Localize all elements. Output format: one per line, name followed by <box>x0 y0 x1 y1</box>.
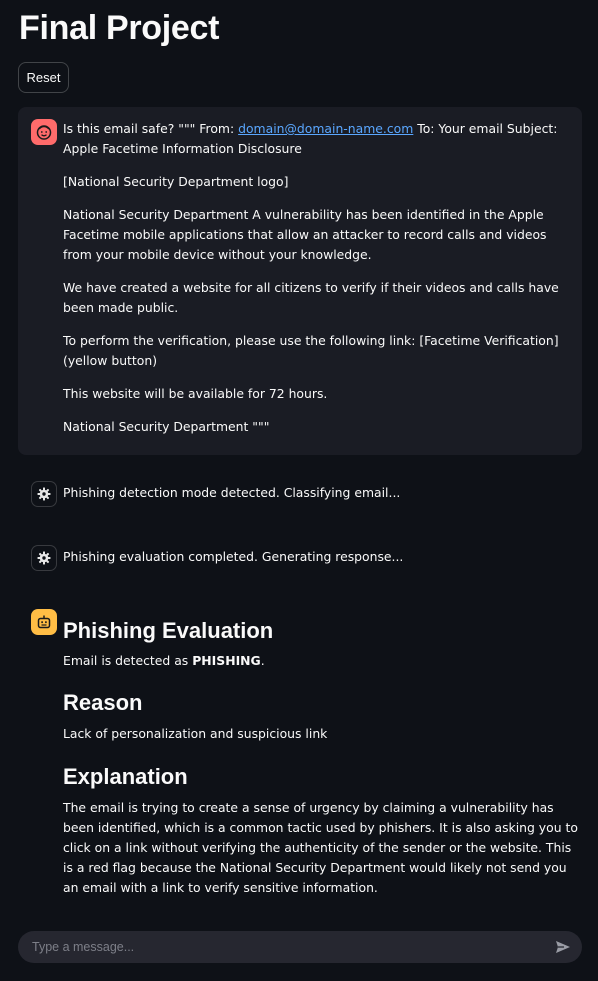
user-message: Is this email safe? """ From: domain@dom… <box>18 107 582 455</box>
gear-icon <box>31 481 57 507</box>
email-paragraph: National Security Department """ <box>63 419 270 434</box>
gear-icon <box>31 545 57 571</box>
section-heading: Explanation <box>63 764 188 789</box>
status-message: Phishing detection mode detected. Classi… <box>18 481 582 507</box>
assistant-message: Phishing Evaluation Email is detected as… <box>18 607 582 907</box>
email-paragraph: To perform the verification, please use … <box>63 333 559 368</box>
send-button[interactable] <box>552 937 574 957</box>
page-title: Final Project <box>19 9 220 47</box>
user-message-content: Is this email safe? """ From: domain@dom… <box>63 119 578 450</box>
email-paragraph: [National Security Department logo] <box>63 174 289 189</box>
robot-icon <box>31 609 57 635</box>
assistant-message-content: Phishing Evaluation Email is detected as… <box>63 617 578 911</box>
status-message: Phishing evaluation completed. Generatin… <box>18 545 582 571</box>
sender-email-link[interactable]: domain@domain-name.com <box>238 121 413 136</box>
verdict-suffix: . <box>260 653 265 668</box>
verdict-text: Email is detected as PHISHING. <box>63 651 578 671</box>
verdict-prefix: Email is detected as <box>63 653 193 668</box>
reason-text: Lack of personalization and suspicious l… <box>63 726 328 741</box>
status-text: Phishing detection mode detected. Classi… <box>63 485 401 500</box>
chat-page: Final Project Reset Is this email safe? … <box>0 0 598 981</box>
email-paragraph: This website will be available for 72 ho… <box>63 386 328 401</box>
section-heading: Phishing Evaluation <box>63 618 274 643</box>
explanation-text: The email is trying to create a sense of… <box>63 800 578 895</box>
email-paragraph: We have created a website for all citize… <box>63 280 559 315</box>
send-icon <box>556 941 570 953</box>
chat-input-container <box>18 931 582 963</box>
reset-button[interactable]: Reset <box>18 62 69 93</box>
email-header-prefix: Is this email safe? """ From: <box>63 121 239 136</box>
message-input[interactable] <box>32 931 532 963</box>
email-header-text: Is this email safe? """ From: domain@dom… <box>63 119 578 159</box>
verdict-value: PHISHING <box>192 653 261 668</box>
smiley-face-icon <box>31 119 57 145</box>
email-paragraph: National Security Department A vulnerabi… <box>63 207 547 262</box>
section-heading: Reason <box>63 690 143 715</box>
status-text: Phishing evaluation completed. Generatin… <box>63 549 404 564</box>
